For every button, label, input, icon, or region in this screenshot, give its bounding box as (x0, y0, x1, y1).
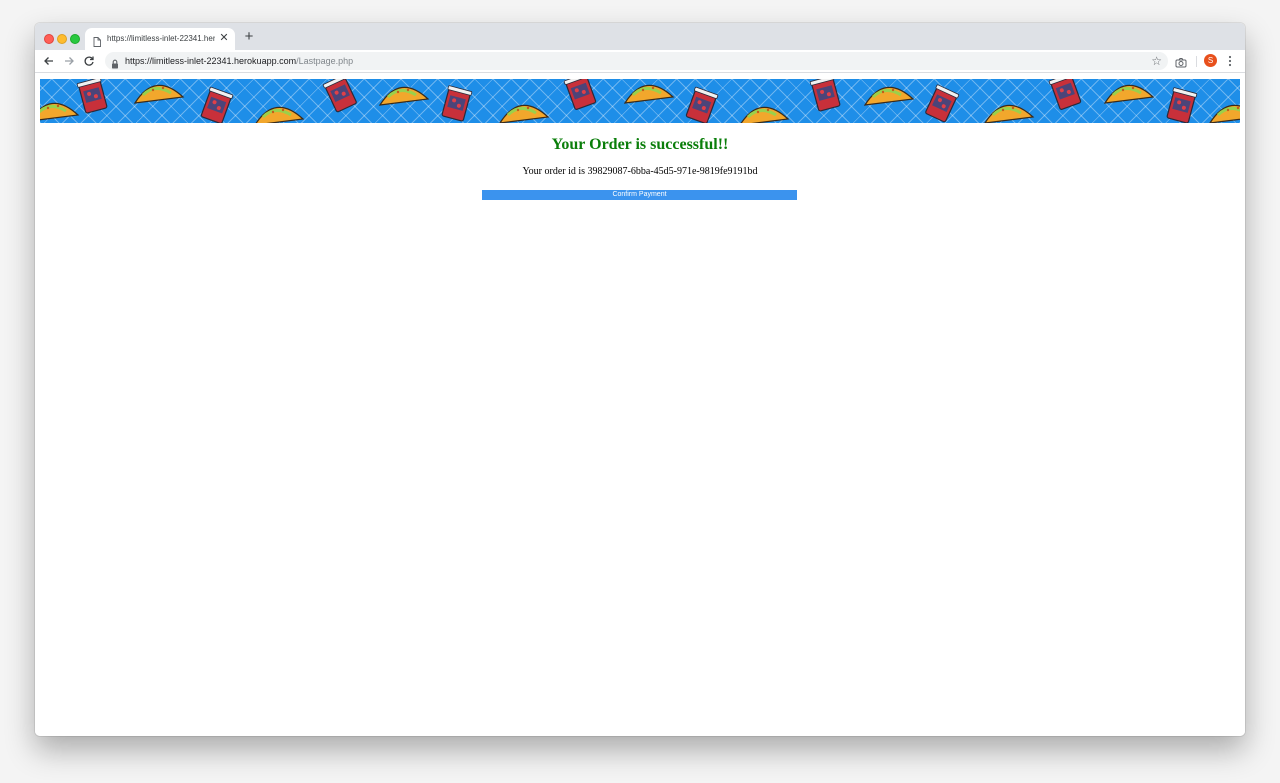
new-tab-button[interactable]: + (241, 29, 257, 45)
url-host: https://limitless-inlet-22341.herokuapp.… (125, 56, 297, 66)
tab-title: https://limitless-inlet-22341.herokuapp.… (107, 34, 215, 43)
close-icon[interactable]: ✕ (218, 32, 230, 44)
close-window-button[interactable] (44, 34, 54, 44)
profile-avatar[interactable]: S (1204, 54, 1217, 67)
page-title: Your Order is successful!! (551, 136, 729, 153)
order-id-text: Your order id is 39829087-6bba-45d5-971e… (522, 166, 758, 177)
food-pattern-banner (40, 79, 1240, 123)
minimize-window-button[interactable] (57, 34, 67, 44)
lock-icon (111, 56, 119, 74)
toolbar-divider (1196, 56, 1197, 67)
maximize-window-button[interactable] (70, 34, 80, 44)
star-icon[interactable]: ☆ (1151, 54, 1162, 68)
camera-icon[interactable] (1175, 55, 1187, 73)
address-bar[interactable]: https://limitless-inlet-22341.herokuapp.… (105, 52, 1168, 70)
back-arrow-icon[interactable] (42, 54, 56, 68)
banner-food-illustrations (40, 79, 1240, 123)
forward-arrow-icon[interactable] (62, 54, 76, 68)
browser-toolbar: https://limitless-inlet-22341.herokuapp.… (35, 50, 1245, 73)
url-text: https://limitless-inlet-22341.herokuapp.… (125, 55, 353, 67)
menu-dots-icon[interactable] (1226, 54, 1234, 73)
confirm-payment-button[interactable]: Confirm Payment (482, 190, 797, 200)
url-path: /Lastpage.php (296, 56, 354, 66)
tab-strip: https://limitless-inlet-22341.herokuapp.… (35, 23, 1245, 50)
page-content: Your Order is successful!! Your order id… (35, 73, 1245, 736)
browser-tab[interactable]: https://limitless-inlet-22341.herokuapp.… (85, 28, 235, 50)
browser-window: https://limitless-inlet-22341.herokuapp.… (35, 23, 1245, 736)
reload-icon[interactable] (82, 54, 96, 68)
